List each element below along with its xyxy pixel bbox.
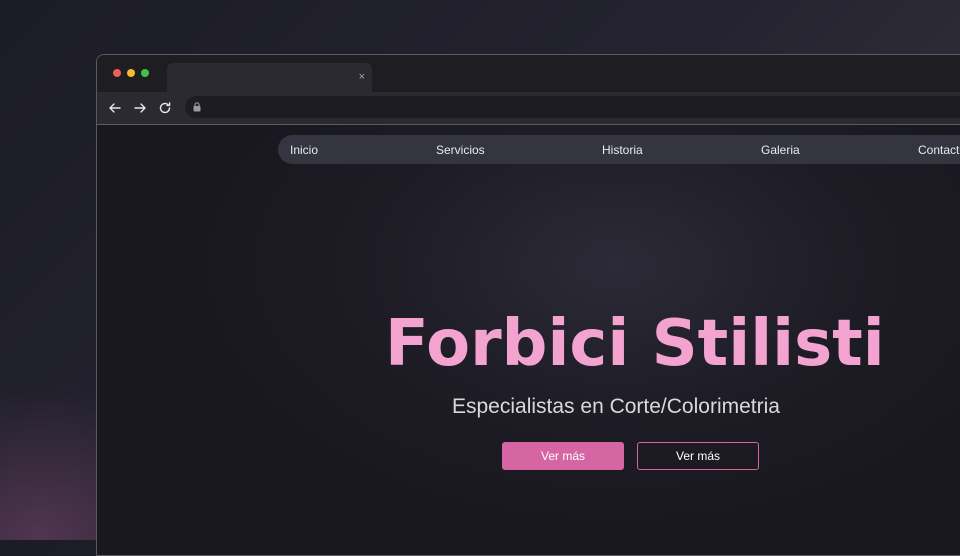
ver-mas-secondary-button[interactable]: Ver más <box>637 442 759 470</box>
maximize-window-button[interactable] <box>141 69 149 77</box>
nav-item-galeria[interactable]: Galeria <box>761 143 800 157</box>
browser-window: × Inicio Servicios Historia Galeria Cont… <box>96 54 960 556</box>
tab-close-icon[interactable]: × <box>359 70 365 84</box>
reload-icon <box>159 102 171 114</box>
forward-button[interactable] <box>132 100 148 116</box>
browser-tab[interactable]: × <box>167 63 372 92</box>
address-bar[interactable] <box>185 96 960 118</box>
tab-bar: × <box>97 55 960 92</box>
reload-button[interactable] <box>157 100 173 116</box>
nav-item-servicios[interactable]: Servicios <box>436 143 485 157</box>
hero-subtitle: Especialistas en Corte/Colorimetria <box>452 395 780 418</box>
nav-item-inicio[interactable]: Inicio <box>290 143 318 157</box>
arrow-left-icon <box>109 103 121 113</box>
lock-icon <box>193 102 201 112</box>
arrow-right-icon <box>134 103 146 113</box>
close-window-button[interactable] <box>113 69 121 77</box>
back-button[interactable] <box>107 100 123 116</box>
browser-toolbar <box>97 92 960 125</box>
nav-item-historia[interactable]: Historia <box>602 143 643 157</box>
site-navbar: Inicio Servicios Historia Galeria Contac… <box>278 135 960 164</box>
hero-title: Forbici Stilisti <box>385 307 885 381</box>
ver-mas-primary-button[interactable]: Ver más <box>502 442 624 470</box>
minimize-window-button[interactable] <box>127 69 135 77</box>
nav-item-contacto[interactable]: Contacto <box>918 143 960 157</box>
web-page: Inicio Servicios Historia Galeria Contac… <box>97 125 960 555</box>
